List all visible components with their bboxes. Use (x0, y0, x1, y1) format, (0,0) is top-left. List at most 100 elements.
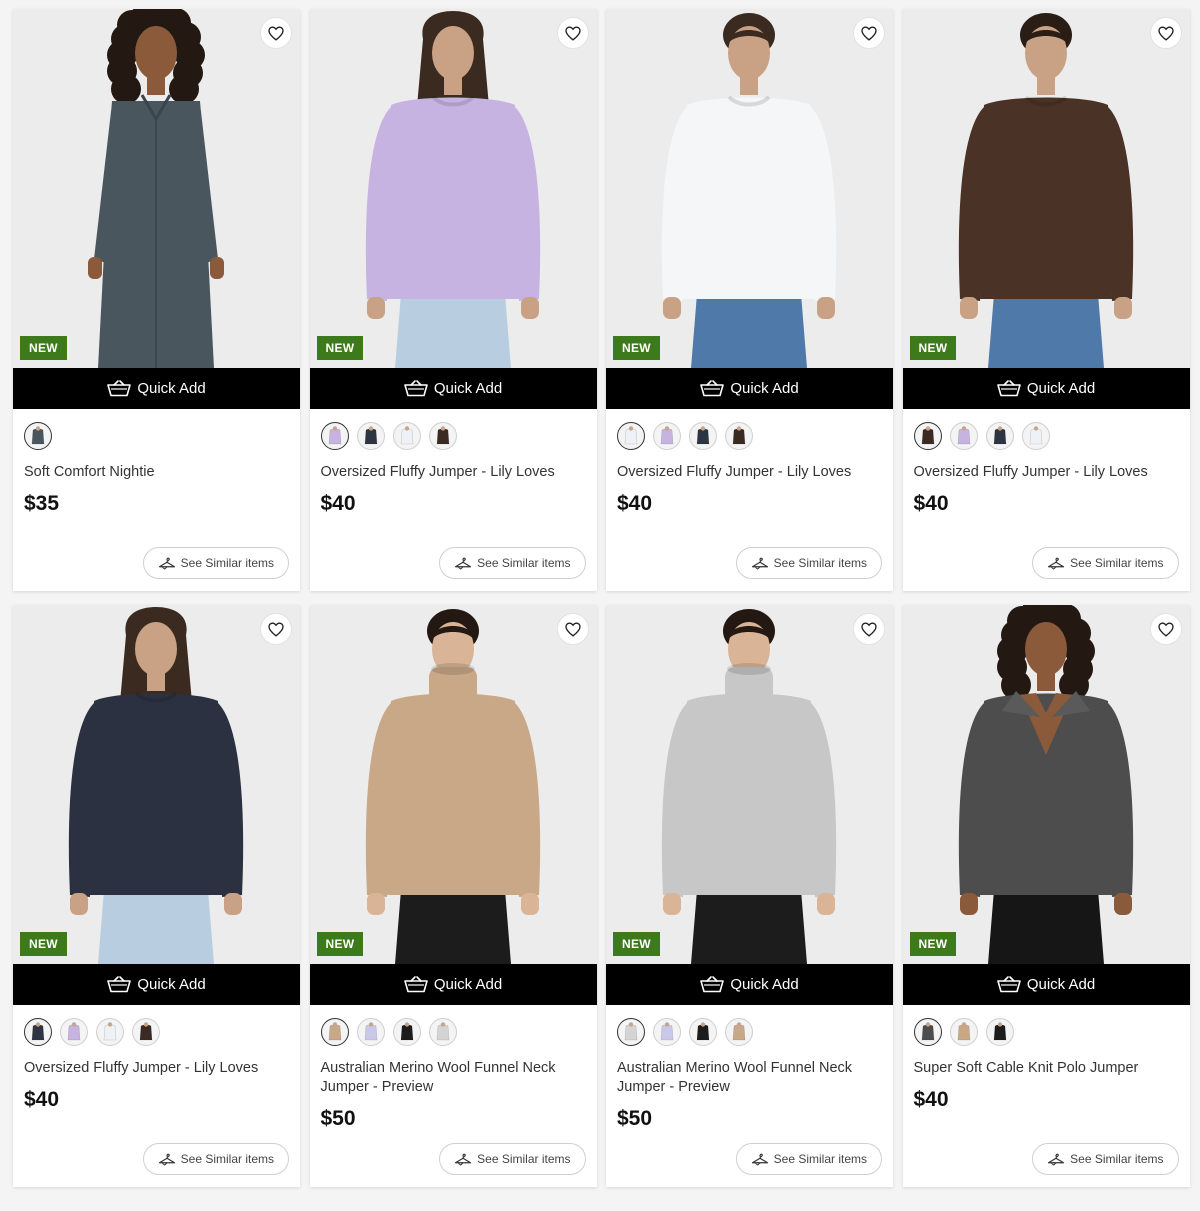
hanger-icon (454, 556, 472, 570)
see-similar-button[interactable]: See Similar items (142, 1143, 289, 1175)
see-similar-button[interactable]: See Similar items (142, 547, 289, 579)
color-swatch[interactable] (725, 1017, 753, 1046)
color-swatch[interactable] (132, 1017, 160, 1046)
wishlist-button[interactable] (260, 17, 292, 49)
quick-add-button[interactable]: Quick Add (606, 964, 893, 1005)
color-swatch[interactable] (1021, 421, 1050, 450)
product-photo (13, 605, 300, 964)
color-swatch[interactable] (96, 1017, 124, 1046)
product-name[interactable]: Australian Merino Wool Funnel Neck Jumpe… (321, 1059, 586, 1097)
color-swatch[interactable] (653, 1017, 681, 1046)
color-swatch[interactable] (913, 1017, 942, 1046)
color-swatch[interactable] (356, 421, 385, 450)
color-swatch[interactable] (392, 421, 421, 450)
product-image[interactable]: NEW (309, 9, 597, 368)
wishlist-button[interactable] (853, 17, 885, 49)
basket-icon (107, 380, 132, 397)
product-image[interactable]: NEW (13, 605, 300, 964)
new-badge: NEW (909, 932, 957, 956)
product-image[interactable]: NEW (606, 605, 893, 964)
color-swatch[interactable] (60, 1017, 88, 1046)
color-swatch[interactable] (913, 421, 942, 450)
quick-add-button[interactable]: Quick Add (902, 964, 1190, 1005)
product-photo (606, 9, 893, 368)
color-swatch[interactable] (356, 1017, 385, 1046)
product-image[interactable]: NEW (13, 9, 300, 368)
color-swatch[interactable] (320, 421, 349, 450)
heart-icon (268, 621, 284, 637)
wishlist-button[interactable] (1149, 613, 1182, 645)
see-similar-label: See Similar items (773, 1152, 867, 1166)
basket-icon (404, 380, 428, 397)
product-info: Oversized Fluffy Jumper - Lily Loves $40 S… (606, 409, 893, 591)
product-card[interactable]: NEW Quick Add Australian Merino Wool Funne… (606, 605, 893, 1187)
color-swatch[interactable] (689, 421, 717, 450)
product-name[interactable]: Super Soft Cable Knit Polo Jumper (914, 1059, 1179, 1078)
see-similar-button[interactable]: See Similar items (735, 1143, 882, 1175)
quick-add-button[interactable]: Quick Add (309, 368, 597, 409)
product-grid: NEW Quick Add Soft Comfort Nightie $35 See S… (13, 9, 1190, 1187)
color-swatch[interactable] (24, 421, 52, 450)
product-image[interactable]: NEW (309, 605, 597, 964)
product-image[interactable]: NEW (606, 9, 893, 368)
color-swatch[interactable] (689, 1017, 717, 1046)
product-image[interactable]: NEW (902, 9, 1190, 368)
see-similar-button[interactable]: See Similar items (439, 547, 586, 579)
product-card[interactable]: NEW Quick Add Oversized Fluffy Jumper - Li… (606, 9, 893, 591)
product-card[interactable]: NEW Quick Add Oversized Fluffy Jumper - Li… (13, 605, 300, 1187)
product-name[interactable]: Australian Merino Wool Funnel Neck Jumpe… (617, 1059, 882, 1097)
product-image[interactable]: NEW (902, 605, 1190, 964)
color-swatches (24, 421, 289, 450)
wishlist-button[interactable] (556, 17, 589, 49)
color-swatch[interactable] (617, 421, 645, 450)
color-swatch[interactable] (985, 421, 1014, 450)
product-photo (902, 9, 1190, 368)
product-card[interactable]: NEW Quick Add Super Soft Cable Knit Polo J… (902, 605, 1190, 1187)
quick-add-button[interactable]: Quick Add (13, 368, 300, 409)
wishlist-button[interactable] (260, 613, 292, 645)
product-card[interactable]: NEW Quick Add Soft Comfort Nightie $35 See S… (13, 9, 300, 591)
product-card[interactable]: NEW Quick Add Oversized Fluffy Jumper - Li… (902, 9, 1190, 591)
product-name[interactable]: Oversized Fluffy Jumper - Lily Loves (24, 1059, 289, 1078)
product-info: Super Soft Cable Knit Polo Jumper $40 See … (903, 1005, 1190, 1187)
product-name[interactable]: Oversized Fluffy Jumper - Lily Loves (617, 463, 882, 482)
color-swatch[interactable] (617, 1017, 645, 1046)
quick-add-label: Quick Add (730, 380, 799, 397)
product-card[interactable]: NEW Quick Add Oversized Fluffy Jumper - Li… (309, 9, 597, 591)
wishlist-button[interactable] (853, 613, 885, 645)
see-similar-label: See Similar items (773, 556, 867, 570)
new-badge: NEW (613, 336, 660, 360)
product-photo (309, 605, 597, 964)
color-swatch[interactable] (653, 421, 681, 450)
see-similar-button[interactable]: See Similar items (735, 547, 882, 579)
product-name[interactable]: Oversized Fluffy Jumper - Lily Loves (914, 463, 1179, 482)
wishlist-button[interactable] (1149, 17, 1182, 49)
see-similar-button[interactable]: See Similar items (1032, 1143, 1179, 1175)
color-swatch[interactable] (24, 1017, 52, 1046)
color-swatch[interactable] (428, 421, 457, 450)
color-swatch[interactable] (725, 421, 753, 450)
wishlist-button[interactable] (556, 613, 589, 645)
product-info: Oversized Fluffy Jumper - Lily Loves $40 S… (13, 1005, 300, 1187)
see-similar-button[interactable]: See Similar items (439, 1143, 586, 1175)
color-swatch[interactable] (949, 421, 978, 450)
quick-add-label: Quick Add (137, 976, 206, 993)
see-similar-button[interactable]: See Similar items (1032, 547, 1179, 579)
product-photo (902, 605, 1190, 964)
quick-add-button[interactable]: Quick Add (902, 368, 1190, 409)
product-name[interactable]: Oversized Fluffy Jumper - Lily Loves (321, 463, 586, 482)
hanger-icon (751, 556, 769, 570)
color-swatch[interactable] (320, 1017, 349, 1046)
product-name[interactable]: Soft Comfort Nightie (24, 463, 289, 482)
new-badge: NEW (316, 932, 364, 956)
quick-add-button[interactable]: Quick Add (13, 964, 300, 1005)
color-swatch[interactable] (985, 1017, 1014, 1046)
product-info: Oversized Fluffy Jumper - Lily Loves $40 S… (903, 409, 1190, 591)
quick-add-button[interactable]: Quick Add (606, 368, 893, 409)
color-swatch[interactable] (392, 1017, 421, 1046)
quick-add-button[interactable]: Quick Add (309, 964, 597, 1005)
color-swatch[interactable] (428, 1017, 457, 1046)
color-swatch[interactable] (949, 1017, 978, 1046)
product-card[interactable]: NEW Quick Add Australian Merino Wool Funne… (309, 605, 597, 1187)
color-swatches (320, 1017, 586, 1046)
